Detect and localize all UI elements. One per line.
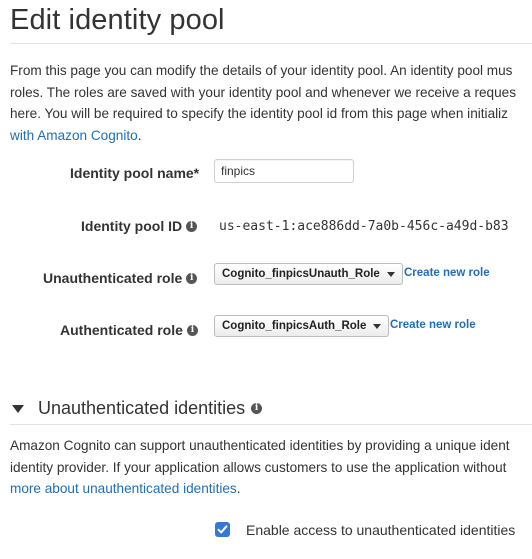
- intro-line: roles. The roles are saved with your ide…: [10, 84, 517, 100]
- pool-name-label-text: Identity pool name*: [70, 165, 200, 181]
- caret-down-icon: [373, 323, 382, 329]
- unauth-role-selected: Cognito_finpicsUnauth_Role: [222, 268, 380, 280]
- unauth-learn-more-link[interactable]: more about unauthenticated identities: [10, 481, 237, 496]
- intro-line: From this page you can modify the detail…: [10, 63, 513, 78]
- unauth-section-header[interactable]: Unauthenticated identities i: [12, 398, 263, 419]
- unauth-role-label: Unauthenticated role i: [43, 270, 198, 286]
- unauth-role-select[interactable]: Cognito_finpicsUnauth_Role: [214, 263, 403, 285]
- unauth-role-label-text: Unauthenticated role: [43, 270, 183, 286]
- pool-id-label-text: Identity pool ID: [81, 218, 183, 234]
- info-icon[interactable]: i: [186, 324, 198, 336]
- unauth-desc-line: Amazon Cognito can support unauthenticat…: [10, 438, 510, 453]
- intro-paragraph: From this page you can modify the detail…: [10, 60, 532, 146]
- enable-unauth-label[interactable]: Enable access to unauthenticated identit…: [246, 522, 515, 538]
- enable-unauth-checkbox[interactable]: [215, 522, 230, 537]
- page-title: Edit identity pool: [10, 4, 225, 36]
- cognito-docs-link[interactable]: with Amazon Cognito: [10, 128, 138, 143]
- auth-role-label-text: Authenticated role: [60, 322, 183, 338]
- pool-name-label: Identity pool name*: [70, 165, 199, 181]
- pool-id-label: Identity pool ID i: [81, 218, 198, 234]
- title-divider: [10, 43, 532, 44]
- auth-role-selected: Cognito_finpicsAuth_Role: [222, 320, 367, 332]
- unauth-desc-period: .: [236, 481, 241, 496]
- caret-down-icon: [386, 271, 395, 277]
- create-auth-role-link[interactable]: Create new role: [390, 319, 476, 331]
- info-icon[interactable]: i: [186, 272, 198, 284]
- unauth-desc-line: identity provider. If your application a…: [10, 459, 507, 475]
- pool-name-input[interactable]: [214, 159, 354, 183]
- collapse-triangle-icon[interactable]: [12, 404, 24, 413]
- unauth-description: Amazon Cognito can support unauthenticat…: [10, 435, 532, 500]
- info-icon[interactable]: i: [251, 403, 263, 414]
- info-icon[interactable]: i: [186, 220, 198, 232]
- pool-id-value: us-east-1:ace886dd-7a0b-456c-a49d-b83: [219, 219, 509, 234]
- unauth-section-title: Unauthenticated identities: [38, 398, 246, 418]
- create-unauth-role-link[interactable]: Create new role: [404, 267, 490, 279]
- auth-role-label: Authenticated role i: [60, 322, 198, 338]
- checkmark-icon: [217, 525, 228, 534]
- section-divider: [10, 424, 532, 425]
- intro-period: .: [137, 127, 142, 143]
- intro-line: here. You will be required to specify th…: [10, 106, 508, 121]
- auth-role-select[interactable]: Cognito_finpicsAuth_Role: [214, 315, 390, 337]
